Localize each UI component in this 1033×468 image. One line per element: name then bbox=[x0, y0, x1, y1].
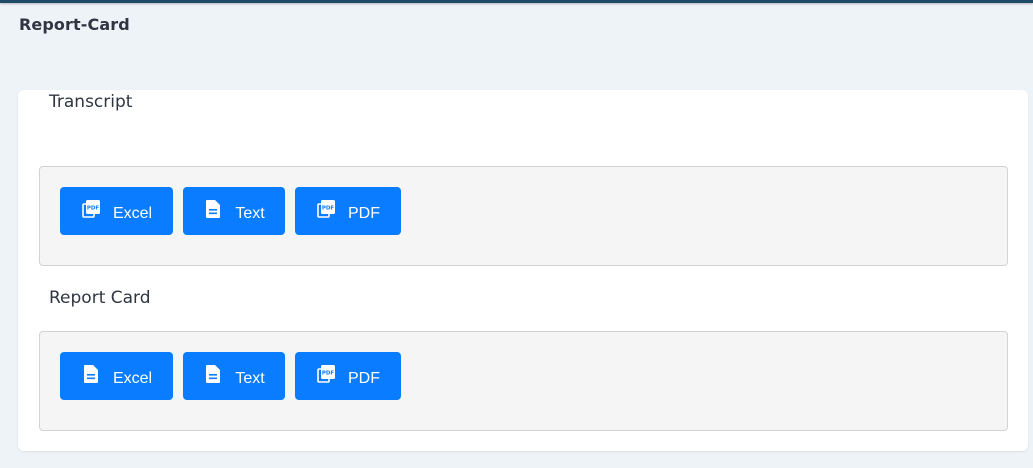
pdf-icon: PDF bbox=[81, 199, 101, 219]
report-card-button-row: Excel Text PDF PDF bbox=[60, 352, 401, 400]
section-title-report-card: Report Card bbox=[49, 288, 151, 308]
document-icon bbox=[203, 364, 223, 384]
report-card-excel-button[interactable]: Excel bbox=[60, 352, 173, 400]
top-bar bbox=[0, 0, 1033, 3]
transcript-buttons-panel: PDF Excel Text PDF PDF bbox=[39, 166, 1008, 266]
pdf-icon: PDF bbox=[316, 199, 336, 219]
svg-text:PDF: PDF bbox=[322, 371, 335, 377]
button-label: Text bbox=[235, 205, 265, 222]
transcript-excel-button[interactable]: PDF Excel bbox=[60, 187, 173, 235]
report-card-pdf-button[interactable]: PDF PDF bbox=[295, 352, 401, 400]
button-label: PDF bbox=[348, 370, 380, 387]
report-card-buttons-panel: Excel Text PDF PDF bbox=[39, 331, 1008, 431]
button-label: Excel bbox=[112, 370, 153, 387]
section-title-transcript: Transcript bbox=[49, 92, 133, 112]
report-card-text-button[interactable]: Text bbox=[183, 352, 285, 400]
svg-text:PDF: PDF bbox=[87, 206, 100, 212]
transcript-button-row: PDF Excel Text PDF PDF bbox=[60, 187, 401, 235]
transcript-text-button[interactable]: Text bbox=[183, 187, 285, 235]
svg-text:PDF: PDF bbox=[322, 206, 335, 212]
report-card-panel: Transcript PDF Excel Text PDF PDF Report… bbox=[18, 90, 1028, 451]
document-icon bbox=[203, 199, 223, 219]
transcript-pdf-button[interactable]: PDF PDF bbox=[295, 187, 401, 235]
button-label: Excel bbox=[112, 205, 153, 222]
button-label: Text bbox=[235, 370, 265, 387]
button-label: PDF bbox=[348, 205, 380, 222]
page-title: Report-Card bbox=[19, 15, 130, 34]
document-icon bbox=[81, 364, 101, 384]
pdf-icon: PDF bbox=[316, 364, 336, 384]
